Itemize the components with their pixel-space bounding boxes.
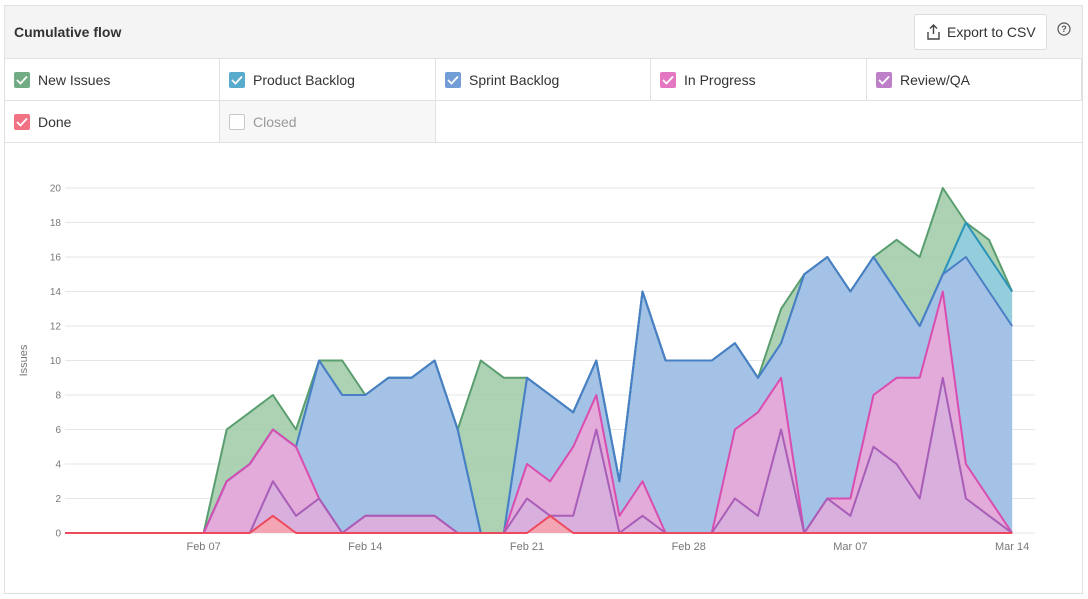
legend-item-review-qa[interactable]: Review/QA: [867, 59, 1082, 101]
checkbox-checked-icon[interactable]: [14, 71, 30, 88]
y-tick-label: 16: [50, 253, 62, 264]
export-csv-label: Export to CSV: [947, 24, 1036, 40]
legend-label: Sprint Backlog: [469, 71, 560, 88]
y-tick-label: 0: [55, 529, 61, 540]
checkbox-checked-icon[interactable]: [445, 71, 461, 88]
legend-item-closed[interactable]: Closed: [220, 101, 436, 143]
x-tick-label: Feb 14: [348, 541, 382, 553]
checkbox-checked-icon[interactable]: [660, 71, 676, 88]
y-tick-label: 12: [50, 322, 62, 333]
y-tick-label: 6: [55, 425, 61, 436]
legend-item-product-backlog[interactable]: Product Backlog: [220, 59, 436, 101]
checkbox-unchecked-icon[interactable]: [229, 113, 245, 130]
panel-title: Cumulative flow: [14, 24, 122, 40]
legend-label: Product Backlog: [253, 71, 355, 88]
legend-label: New Issues: [38, 71, 111, 88]
x-tick-label: Mar 14: [995, 541, 1029, 553]
export-csv-button[interactable]: Export to CSV: [914, 14, 1047, 50]
y-axis-label: Issues: [18, 344, 30, 376]
svg-text:?: ?: [1061, 24, 1067, 34]
legend-label: Closed: [253, 113, 297, 130]
y-tick-label: 2: [55, 494, 61, 505]
y-tick-label: 10: [50, 356, 62, 367]
legend-item-new-issues[interactable]: New Issues: [5, 59, 220, 101]
checkbox-checked-icon[interactable]: [876, 71, 892, 88]
legend-label: Review/QA: [900, 71, 971, 88]
checkbox-checked-icon[interactable]: [14, 113, 30, 130]
x-tick-label: Feb 21: [510, 541, 544, 553]
help-circle-icon[interactable]: ?: [1057, 22, 1071, 36]
y-tick-label: 14: [50, 287, 62, 298]
cumulative-flow-panel: Cumulative flow Export to CSV ? New Issu…: [4, 5, 1083, 594]
checkbox-checked-icon[interactable]: [229, 71, 245, 88]
series-legend: New Issues Product Backlog Sprint Backlog I…: [5, 59, 1082, 143]
upload-icon: [927, 24, 940, 40]
x-tick-label: Feb 07: [186, 541, 220, 553]
legend-item-done[interactable]: Done: [5, 101, 220, 143]
legend-item-sprint-backlog[interactable]: Sprint Backlog: [436, 59, 651, 101]
cumulative-flow-chart: 0 2 4 6 8 10 12 14 16 18 20 Feb 07 Feb 14 Feb 21 Feb 2…: [18, 184, 1035, 553]
legend-label: In Progress: [684, 71, 756, 88]
y-tick-label: 20: [50, 184, 62, 195]
y-tick-label: 4: [55, 460, 61, 471]
legend-label: Done: [38, 113, 72, 130]
x-tick-label: Feb 28: [672, 541, 706, 553]
y-tick-label: 18: [50, 218, 62, 229]
legend-item-in-progress[interactable]: In Progress: [651, 59, 867, 101]
panel-header: Cumulative flow Export to CSV ?: [5, 6, 1082, 59]
y-tick-label: 8: [55, 391, 61, 402]
x-tick-label: Mar 07: [833, 541, 867, 553]
